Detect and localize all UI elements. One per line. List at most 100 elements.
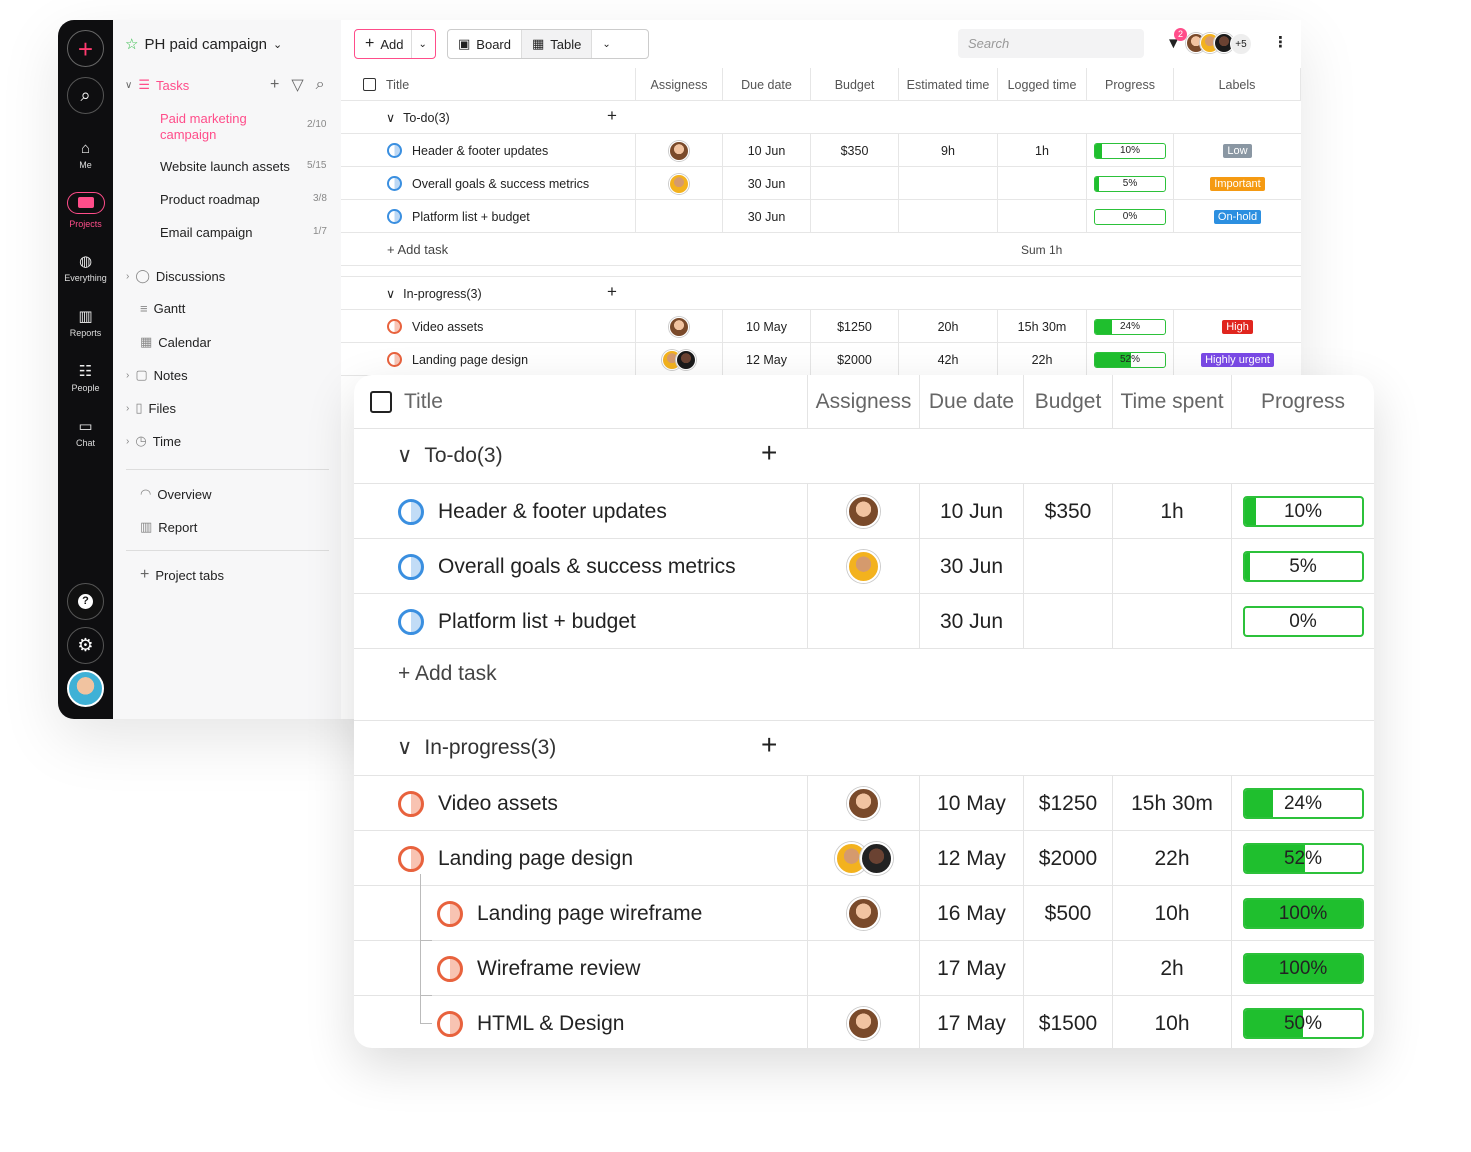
due-date-cell[interactable]: 30 Jun: [723, 167, 811, 200]
status-icon[interactable]: [398, 608, 424, 635]
estimated-time-cell[interactable]: 42h: [899, 343, 998, 376]
priority-label[interactable]: Highly urgent: [1201, 352, 1274, 367]
assignee-cell[interactable]: [636, 134, 723, 167]
status-icon[interactable]: [437, 955, 463, 982]
assignee-cell[interactable]: [808, 886, 920, 941]
assignee-cell[interactable]: [636, 167, 723, 200]
due-date-cell[interactable]: 30 Jun: [920, 539, 1024, 594]
priority-label[interactable]: On-hold: [1213, 209, 1262, 224]
task-title-cell[interactable]: Overall goals & success metrics: [341, 167, 636, 200]
add-task-button[interactable]: + Add task: [398, 662, 497, 686]
add-icon[interactable]: +: [67, 30, 104, 67]
task-title-cell[interactable]: Header & footer updates: [341, 134, 636, 167]
priority-label[interactable]: Important: [1210, 176, 1265, 191]
status-icon[interactable]: [387, 209, 402, 224]
time-spent-cell[interactable]: 22h: [1113, 831, 1232, 886]
sidebar-discussions[interactable]: › ◯ Discussions: [126, 268, 225, 284]
assignee-cell[interactable]: [808, 996, 920, 1048]
project-title[interactable]: ☆ PH paid campaign ⌄: [125, 35, 282, 54]
time-spent-cell[interactable]: 2h: [1113, 941, 1232, 996]
user-avatar[interactable]: [67, 670, 104, 707]
sidebar-time[interactable]: › ◷ Time: [126, 433, 181, 449]
add-task-button[interactable]: + Add task: [387, 242, 448, 257]
rail-reports[interactable]: ▥ Reports: [58, 307, 113, 338]
label-cell[interactable]: Low: [1174, 134, 1301, 167]
budget-cell[interactable]: $2000: [1024, 831, 1113, 886]
due-date-cell[interactable]: 12 May: [723, 343, 811, 376]
add-icon[interactable]: +: [761, 437, 777, 469]
task-title-cell[interactable]: Platform list + budget: [341, 200, 636, 233]
status-icon[interactable]: [437, 1010, 463, 1037]
priority-label[interactable]: Low: [1223, 143, 1252, 158]
group-header[interactable]: ∨ To-do(3): [386, 110, 450, 126]
sidebar-item-product-roadmap[interactable]: Product roadmap: [160, 192, 260, 207]
label-cell[interactable]: Highly urgent: [1174, 343, 1301, 376]
budget-cell[interactable]: $1500: [1024, 996, 1113, 1048]
time-spent-cell[interactable]: [1113, 539, 1232, 594]
task-title-cell[interactable]: Landing page design: [341, 343, 636, 376]
column-header[interactable]: Title: [341, 68, 636, 101]
sidebar-calendar[interactable]: ▦ Calendar: [140, 334, 211, 350]
star-icon[interactable]: ☆: [125, 35, 138, 53]
sidebar-item-email-campaign[interactable]: Email campaign: [160, 225, 253, 240]
member-avatars[interactable]: +5: [1186, 33, 1252, 55]
budget-cell[interactable]: $1250: [1024, 776, 1113, 831]
rail-me[interactable]: ⌂ Me: [58, 140, 113, 170]
assignee-cell[interactable]: [636, 310, 723, 343]
project-tabs-button[interactable]: + Project tabs: [140, 566, 224, 584]
task-title-cell[interactable]: Video assets: [341, 310, 636, 343]
budget-cell[interactable]: $500: [1024, 886, 1113, 941]
select-all-checkbox[interactable]: [370, 391, 392, 413]
due-date-cell[interactable]: 12 May: [920, 831, 1024, 886]
add-icon[interactable]: +: [607, 282, 617, 302]
sidebar-item-website-launch[interactable]: Website launch assets: [160, 159, 290, 174]
group-header[interactable]: ∨ In-progress(3): [397, 735, 556, 760]
due-date-cell[interactable]: 30 Jun: [920, 594, 1024, 649]
estimated-time-cell[interactable]: [899, 167, 998, 200]
assignee-cell[interactable]: [808, 484, 920, 539]
budget-cell[interactable]: $350: [811, 134, 899, 167]
time-spent-cell[interactable]: 10h: [1113, 886, 1232, 941]
group-header[interactable]: ∨ In-progress(3): [386, 286, 482, 302]
budget-cell[interactable]: $1250: [811, 310, 899, 343]
budget-cell[interactable]: $2000: [811, 343, 899, 376]
column-header[interactable]: Assigness: [808, 375, 920, 429]
status-icon[interactable]: [398, 498, 424, 525]
more-icon[interactable]: ⋮: [1273, 33, 1288, 51]
budget-cell[interactable]: [1024, 594, 1113, 649]
due-date-cell[interactable]: 10 Jun: [723, 134, 811, 167]
status-icon[interactable]: [387, 352, 402, 367]
label-cell[interactable]: Important: [1174, 167, 1301, 200]
priority-label[interactable]: High: [1222, 319, 1253, 334]
status-icon[interactable]: [387, 176, 402, 191]
assignee-cell[interactable]: [808, 539, 920, 594]
search-icon[interactable]: ⌕: [67, 77, 104, 114]
rail-people[interactable]: ☷ People: [58, 362, 113, 393]
due-date-cell[interactable]: 16 May: [920, 886, 1024, 941]
status-icon[interactable]: [387, 143, 402, 158]
chevron-down-icon[interactable]: ⌄: [592, 30, 620, 58]
logged-time-cell[interactable]: [998, 200, 1087, 233]
column-header[interactable]: Due date: [920, 375, 1024, 429]
add-icon[interactable]: +: [607, 106, 617, 126]
sidebar-item-paid-marketing[interactable]: Paid marketing campaign: [160, 111, 270, 143]
rail-chat[interactable]: ▭ Chat: [58, 417, 113, 448]
rail-everything[interactable]: ◍ Everything: [58, 252, 113, 283]
task-title-cell[interactable]: Video assets: [354, 776, 808, 831]
budget-cell[interactable]: $350: [1024, 484, 1113, 539]
budget-cell[interactable]: [811, 200, 899, 233]
column-header[interactable]: Progress: [1087, 68, 1174, 101]
assignee-cell[interactable]: [808, 776, 920, 831]
time-spent-cell[interactable]: 10h: [1113, 996, 1232, 1048]
column-header[interactable]: Due date: [723, 68, 811, 101]
column-header[interactable]: Budget: [811, 68, 899, 101]
sidebar-notes[interactable]: › ▢ Notes: [126, 367, 188, 383]
task-title-cell[interactable]: Platform list + budget: [354, 594, 808, 649]
search-input[interactable]: Search: [958, 29, 1144, 58]
logged-time-cell[interactable]: 1h: [998, 134, 1087, 167]
board-view-button[interactable]: ▣ Board: [448, 30, 522, 58]
estimated-time-cell[interactable]: [899, 200, 998, 233]
assignee-cell[interactable]: [808, 594, 920, 649]
assignee-cell[interactable]: [808, 941, 920, 996]
column-header[interactable]: Labels: [1174, 68, 1301, 101]
